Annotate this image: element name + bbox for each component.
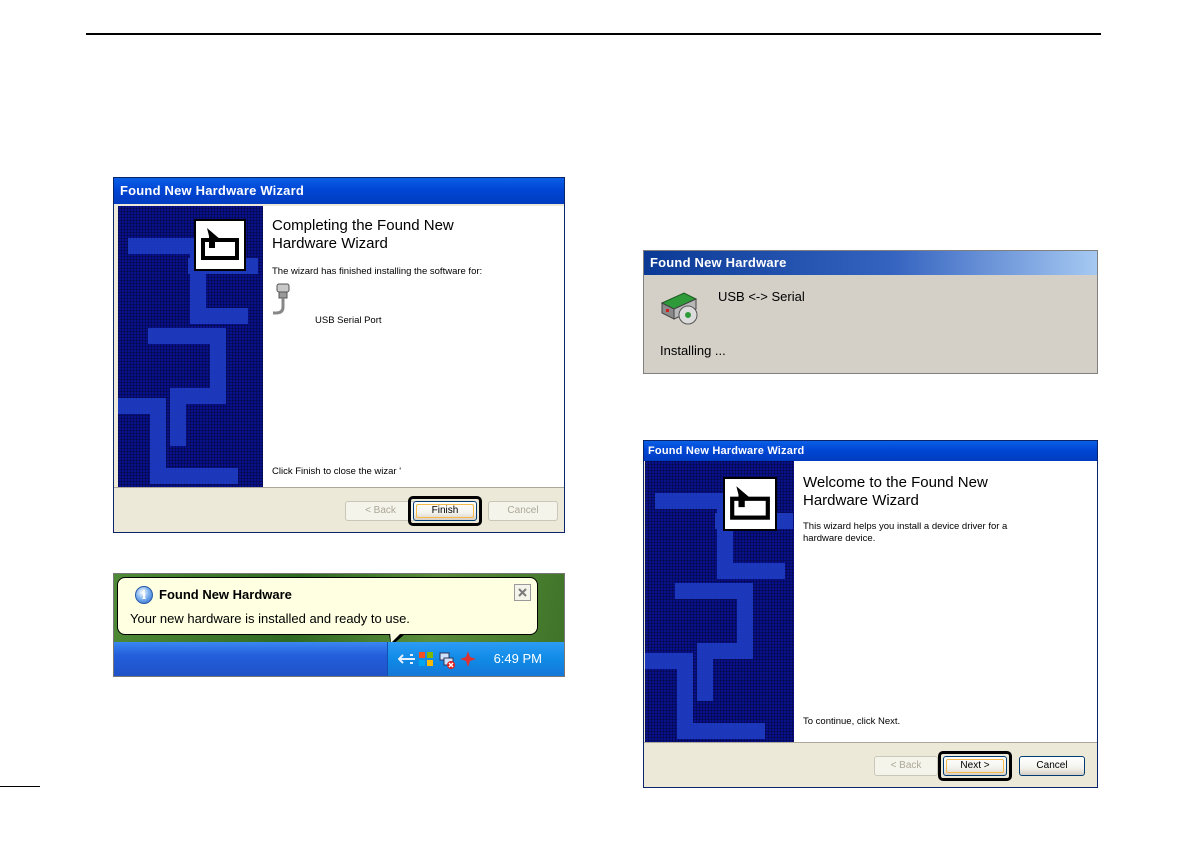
welcome-description-line1: This wizard helps you install a device d… (803, 521, 1008, 532)
installing-status: Installing ... (660, 343, 726, 358)
welcome-hardware-wizard-icon (723, 477, 777, 531)
welcome-button-bar: < Back Next > Cancel (644, 742, 1097, 787)
welcome-heading-line2: Hardware Wizard (803, 492, 919, 509)
cancel-button[interactable]: Cancel (488, 501, 558, 521)
wizard-heading-line1: Completing the Found New (272, 217, 454, 234)
completing-wizard-window: Found New Hardware Wizard Completing the… (113, 177, 565, 533)
cancel-button[interactable]: Cancel (1019, 756, 1085, 776)
notification-balloon[interactable]: i Found New Hardware Your new hardware i… (117, 577, 538, 635)
clock[interactable]: 6:49 PM (494, 642, 542, 676)
balloon-message: Your new hardware is installed and ready… (130, 611, 410, 626)
device-name: USB Serial Port (315, 315, 382, 326)
next-button[interactable]: Next > (938, 751, 1012, 781)
installing-popup: Found New Hardware USB <-> Serial Instal… (643, 250, 1098, 374)
welcome-wizard-window: Found New Hardware Wizard Welcome to the… (643, 440, 1098, 788)
window-title: Found New Hardware Wizard (114, 178, 564, 204)
wizard-content: Completing the Found New Hardware Wizard… (194, 206, 564, 488)
top-rule (86, 33, 1101, 35)
wizard-footer-text: Click Finish to close the wizar ' (272, 466, 402, 477)
close-icon[interactable] (514, 584, 531, 601)
security-alert-icon[interactable] (460, 651, 476, 667)
hardware-wizard-icon (194, 219, 246, 271)
page-margin-mark (0, 786, 40, 787)
taskbar: 6:49 PM (114, 642, 564, 676)
wizard-description: The wizard has finished installing the s… (272, 266, 483, 277)
welcome-content: Welcome to the Found New Hardware Wizard… (723, 461, 1097, 744)
finish-button[interactable]: Finish (408, 496, 482, 526)
balloon-title: Found New Hardware (159, 587, 292, 602)
welcome-description-line2: hardware device. (803, 533, 876, 544)
welcome-window-title: Found New Hardware Wizard (644, 441, 1097, 461)
desktop-notification-area: i Found New Hardware Your new hardware i… (113, 573, 565, 677)
welcome-footer-text: To continue, click Next. (803, 716, 901, 727)
network-error-icon[interactable] (438, 651, 456, 669)
back-button[interactable]: < Back (874, 756, 938, 776)
hardware-install-icon (658, 287, 700, 327)
popup-title: Found New Hardware (644, 251, 1097, 275)
usb-tray-icon[interactable] (397, 652, 416, 666)
system-tray: 6:49 PM (387, 642, 564, 676)
back-button[interactable]: < Back (345, 501, 416, 521)
wizard-heading-line2: Hardware Wizard (272, 235, 388, 252)
windows-update-icon[interactable] (418, 651, 434, 667)
info-icon: i (135, 586, 153, 604)
installing-device-name: USB <-> Serial (718, 289, 805, 304)
button-bar: < Back Finish Cancel (114, 487, 564, 532)
serial-port-icon (272, 283, 294, 317)
welcome-heading-line1: Welcome to the Found New (803, 474, 988, 491)
